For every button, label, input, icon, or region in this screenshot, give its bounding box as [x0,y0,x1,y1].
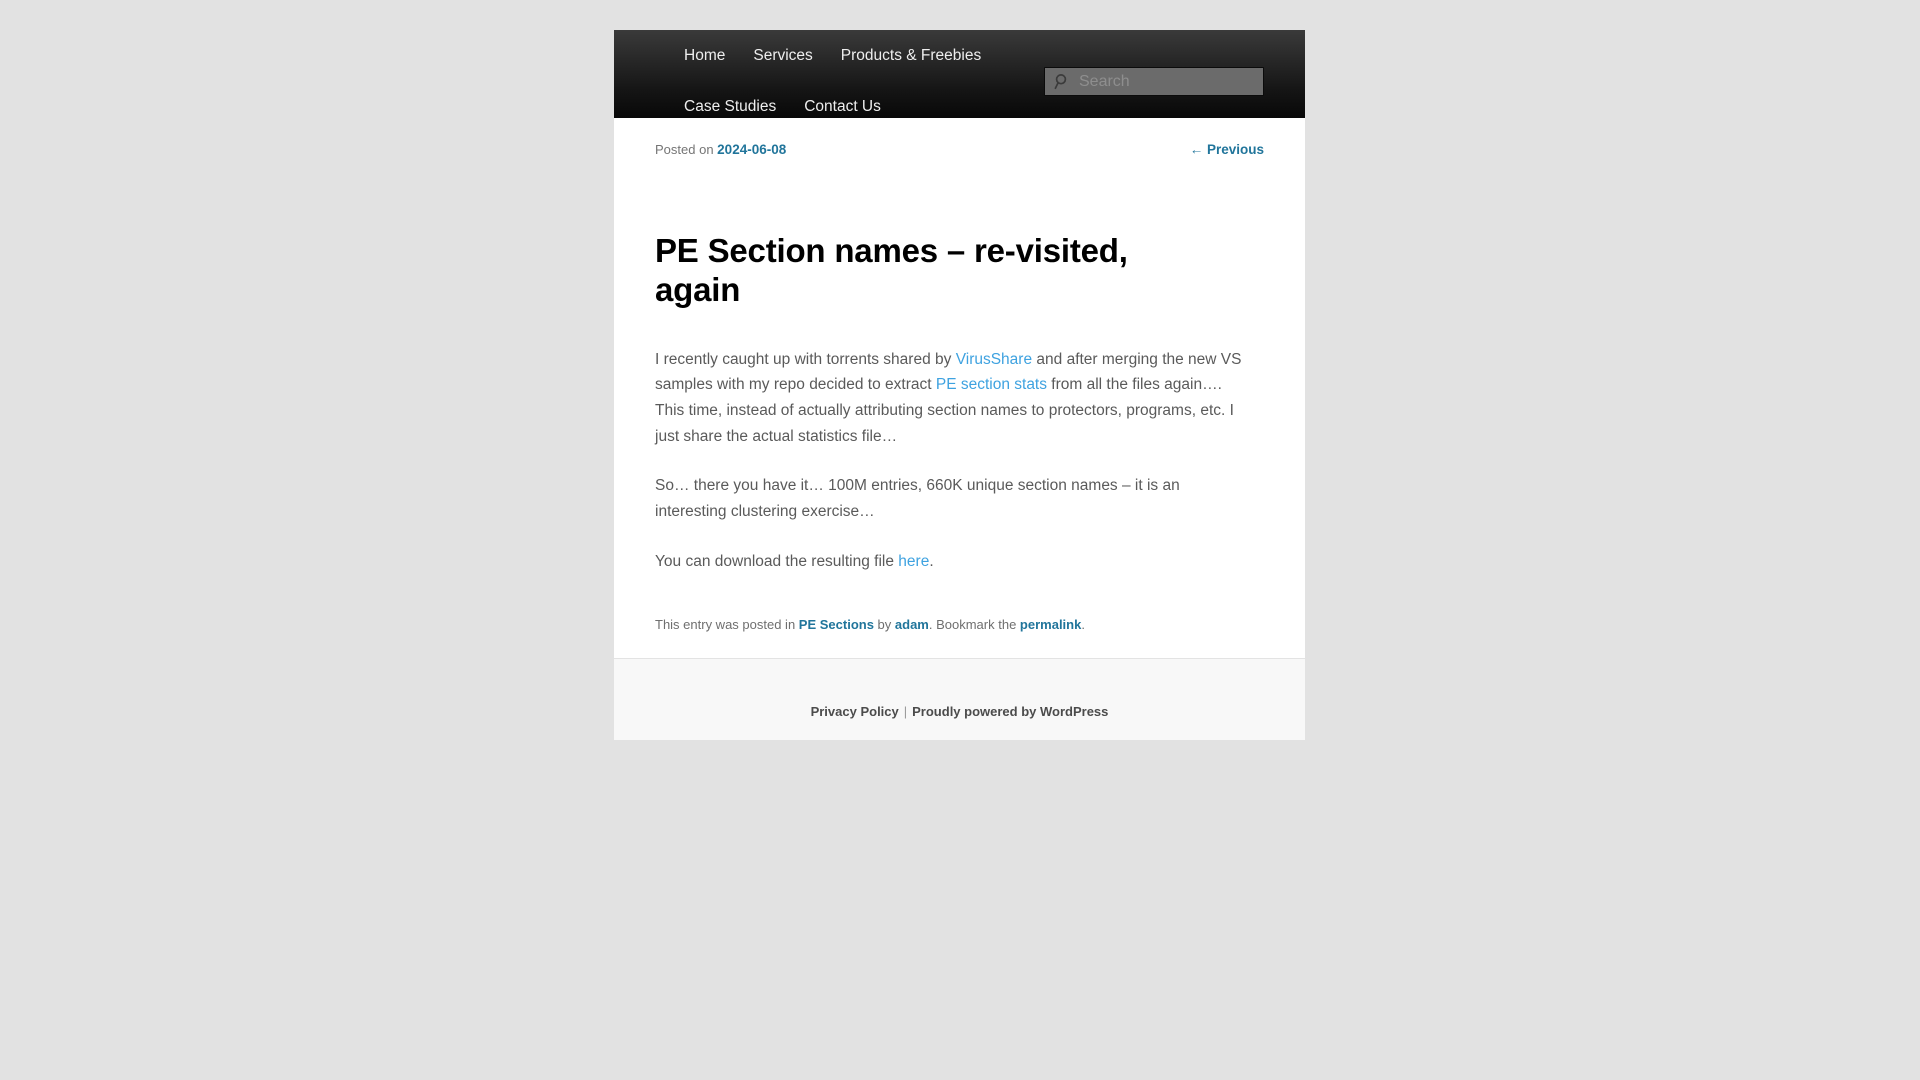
nav-link-home[interactable]: Home [670,30,739,81]
nav-item-products-freebies[interactable]: Products & Freebies [827,30,995,81]
nav-link-products-freebies[interactable]: Products & Freebies [827,30,995,81]
privacy-policy-link[interactable]: Privacy Policy [811,704,899,719]
content-link[interactable]: PE section stats [936,376,1047,393]
entry-date-link[interactable]: 2024-06-08 [717,142,786,157]
search-input[interactable] [1044,67,1264,96]
entry-meta-prefix: This entry was posted in [655,616,799,632]
primary-navigation: Home Services Products & Freebies Case S… [670,30,1090,118]
post-article: Posted on 2024-06-08 ← Previous PE Secti… [614,118,1305,658]
entry-meta-middle: . Bookmark the [928,616,1020,632]
wordpress-credit-link[interactable]: Proudly powered by WordPress [912,704,1108,719]
entry-content: I recently caught up with torrents share… [655,347,1245,575]
post-navigation-previous: ← Previous [1190,142,1264,157]
entry-category-link[interactable]: PE Sections [799,617,874,632]
previous-post-link[interactable]: ← Previous [1190,142,1264,157]
nav-item-home[interactable]: Home [670,30,739,81]
content-link[interactable]: here [898,553,929,570]
nav-item-case-studies[interactable]: Case Studies [670,81,790,119]
entry-meta-suffix: . [1081,616,1085,632]
entry-author-link[interactable]: adam [895,617,929,632]
nav-item-contact-us[interactable]: Contact Us [790,81,895,119]
entry-meta-footer: This entry was posted in PE Sections by … [655,617,1264,658]
entry-meta-by: by [873,616,895,632]
site-info: Privacy Policy | Proudly powered by WordPr… [614,704,1305,719]
entry-permalink-link[interactable]: permalink [1020,617,1081,632]
nav-link-contact-us[interactable]: Contact Us [790,81,895,119]
footer-separator: | [903,703,908,719]
entry-paragraph: You can download the resulting file here… [655,552,934,570]
site-footer: Privacy Policy | Proudly powered by WordPr… [614,657,1305,740]
entry-paragraph: So… there you have it… 100M entries, 660… [655,477,1180,521]
posted-on-label: Posted on [655,142,714,157]
entry-header-bar: Posted on 2024-06-08 ← Previous [655,142,1264,168]
site-masthead: Home Services Products & Freebies Case S… [614,30,1305,118]
nav-item-services[interactable]: Services [739,30,826,81]
site-main-content: Posted on 2024-06-08 ← Previous PE Secti… [614,118,1305,658]
entry-posted-on: Posted on 2024-06-08 [655,142,786,157]
search-form [1044,67,1264,96]
site-page-container: Home Services Products & Freebies Case S… [614,30,1305,740]
nav-link-case-studies[interactable]: Case Studies [670,81,790,119]
page-title: PE Section names – re-visited, again [655,232,1128,309]
content-link[interactable]: VirusShare [956,351,1032,368]
nav-link-services[interactable]: Services [739,30,826,81]
entry-paragraph: I recently caught up with torrents share… [655,350,1242,445]
